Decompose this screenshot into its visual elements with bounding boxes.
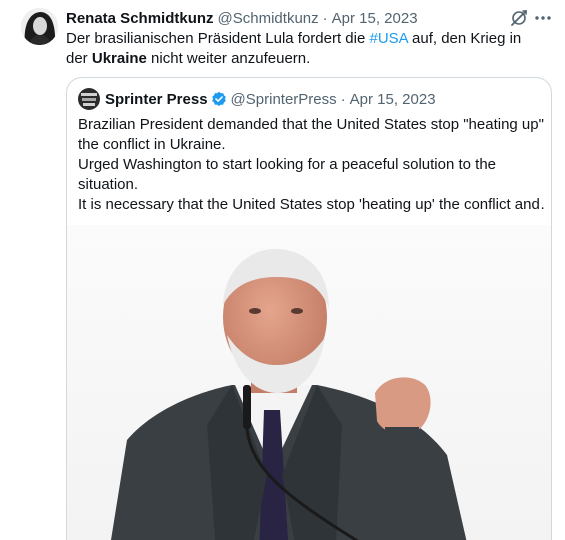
quoted-text-line: Brazilian President demanded that the Un… (78, 116, 544, 153)
quoted-tweet-text: Brazilian President demanded that the Un… (78, 115, 544, 215)
tweet-date[interactable]: Apr 15, 2023 (332, 10, 418, 27)
hashtag-link[interactable]: #USA (370, 30, 408, 47)
quoted-tweet-header: Sprinter Press @SprinterPress · Apr 15, … (78, 88, 436, 110)
quoted-tweet[interactable]: Sprinter Press @SprinterPress · Apr 15, … (66, 77, 552, 540)
tweet[interactable]: Renata Schmidtkunz @Schmidtkunz · Apr 15… (0, 0, 565, 540)
tweet-text: Der brasilianischen Präsident Lula forde… (66, 29, 546, 69)
tweet-header: Renata Schmidtkunz @Schmidtkunz · Apr 15… (66, 8, 418, 28)
quoted-author-avatar[interactable] (78, 88, 100, 110)
more-icon[interactable] (533, 8, 553, 28)
tweet-text-bold: Ukraine (91, 50, 147, 67)
quoted-author-handle[interactable]: @SprinterPress (231, 91, 337, 108)
quoted-text-line: Urged Washington to start looking for a … (78, 156, 497, 193)
author-name[interactable]: Renata Schmidtkunz (66, 10, 214, 27)
quoted-tweet-photo[interactable] (67, 225, 551, 540)
separator-dot: · (340, 90, 346, 108)
author-avatar[interactable] (21, 8, 58, 45)
tweet-text-part: Der brasilianischen Präsident Lula forde… (66, 30, 370, 47)
quoted-text-line: It is necessary that the United States s… (78, 196, 544, 213)
separator-dot: · (322, 9, 328, 27)
quoted-tweet-date[interactable]: Apr 15, 2023 (350, 91, 436, 108)
verified-badge-icon (211, 91, 227, 107)
tweet-text-part: nicht weiter anzufeuern. (146, 50, 311, 67)
author-handle[interactable]: @Schmidtkunz (218, 10, 319, 27)
quoted-author-name[interactable]: Sprinter Press (105, 91, 208, 108)
grok-icon[interactable] (509, 8, 529, 28)
